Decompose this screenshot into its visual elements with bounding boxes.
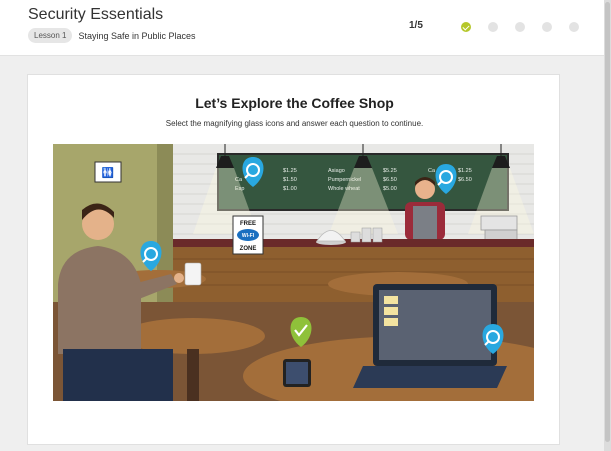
step-4-dot[interactable] (542, 22, 552, 32)
menu-right-name-1: Ca (428, 168, 436, 174)
menu-mid-price-1: $5.25 (383, 168, 397, 174)
menu-mid-name-1: Asiago (328, 168, 345, 174)
menu-mid-price-3: $5.00 (383, 186, 397, 192)
scrollbar-thumb[interactable] (605, 2, 610, 442)
coffee-shop-illustration: 🚻 $1.25 $1.50 $1.00 Ca Esp Asiago Pumper… (53, 144, 534, 401)
menu-left-price-3: $1.00 (283, 186, 297, 192)
wifi-sign-zone: ZONE (240, 246, 257, 252)
activity-title: Let’s Explore the Coffee Shop (195, 95, 394, 111)
progress-count: 1/5 (409, 20, 423, 31)
lesson-info: Lesson 1 Staying Safe in Public Places (28, 28, 196, 43)
lesson-title: Staying Safe in Public Places (78, 30, 196, 41)
progress-steps (461, 22, 579, 32)
activity-card: Let’s Explore the Coffee Shop Select the… (27, 74, 560, 445)
course-title: Security Essentials (28, 6, 164, 23)
menu-right-price-2: $6.50 (458, 177, 472, 183)
wifi-sign-wifi: WI-FI (242, 233, 255, 239)
menu-left-price-2: $1.50 (283, 177, 297, 183)
lesson-page: Security Essentials Lesson 1 Staying Saf… (0, 0, 611, 451)
page-scrollbar[interactable] (604, 0, 611, 451)
step-2-dot[interactable] (488, 22, 498, 32)
menu-left-price-1: $1.25 (283, 168, 297, 174)
lesson-header: Security Essentials Lesson 1 Staying Saf… (0, 0, 604, 56)
step-5-dot[interactable] (569, 22, 579, 32)
menu-mid-price-2: $6.50 (383, 177, 397, 183)
lesson-badge: Lesson 1 (28, 28, 73, 43)
activity-instructions: Select the magnifying glass icons and an… (165, 119, 424, 128)
step-3-dot[interactable] (515, 22, 525, 32)
step-1-complete-check-icon[interactable] (461, 22, 471, 32)
free-wifi-zone-sign: FREE WI-FI ZONE (232, 215, 264, 255)
menu-right-price-1: $1.25 (458, 168, 472, 174)
coffee-shop-scene: 🚻 $1.25 $1.50 $1.00 Ca Esp Asiago Pumper… (53, 144, 534, 401)
wifi-sign-free: FREE (240, 221, 256, 227)
svg-text:🚻: 🚻 (102, 166, 114, 179)
